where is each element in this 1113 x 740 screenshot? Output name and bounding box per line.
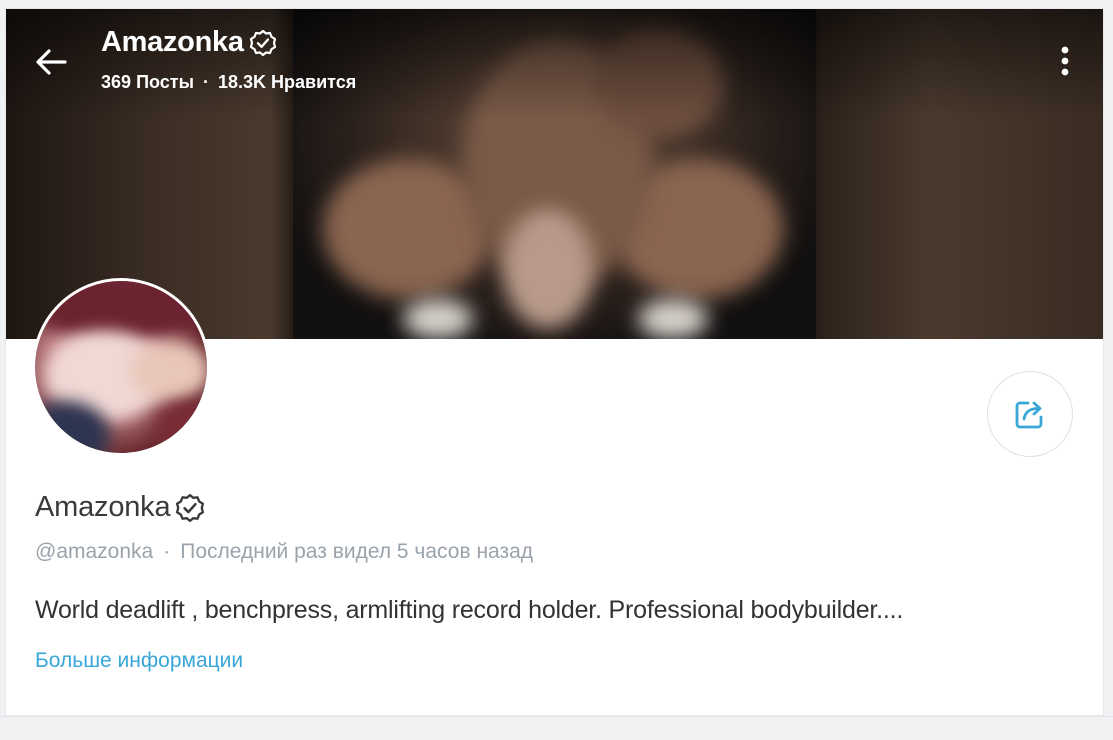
likes-count: 18.3K Нравится [218,72,356,93]
posts-count: 369 Посты [101,72,194,93]
stats-separator: · [202,72,209,92]
meta-separator: · [163,540,171,563]
profile-name-text: Amazonka [35,491,171,523]
more-options-button[interactable] [1045,39,1085,83]
likes-count-value: 18.3K [217,72,267,92]
profile-name: Amazonka [35,491,205,524]
arrow-left-icon [36,49,67,75]
share-icon [1015,401,1043,429]
verified-badge-icon [249,29,276,56]
profile-bio: World deadlift , benchpress, armlifting … [35,596,904,624]
more-info-link[interactable]: Больше информации [35,649,243,673]
divider [0,716,1113,717]
header-stats: 369 Посты · 18.3K Нравится [101,72,356,93]
last-seen: Последний раз видел 5 часов назад [180,540,534,563]
username: @amazonka [35,540,154,563]
share-button[interactable] [987,371,1073,457]
header-name: Amazonka [101,26,244,58]
profile-meta: @amazonka · Последний раз видел 5 часов … [35,540,533,564]
profile-card: Amazonka 369 Посты · 18.3K Нравится Amaz… [5,8,1104,716]
posts-count-value: 369 [101,72,132,92]
likes-count-label: Нравится [271,72,357,92]
back-button[interactable] [32,43,70,81]
more-vertical-icon [1061,46,1069,76]
avatar[interactable] [32,278,210,456]
posts-count-label: Посты [136,72,194,92]
verified-badge-icon [176,493,205,522]
header-title: Amazonka [101,26,277,59]
